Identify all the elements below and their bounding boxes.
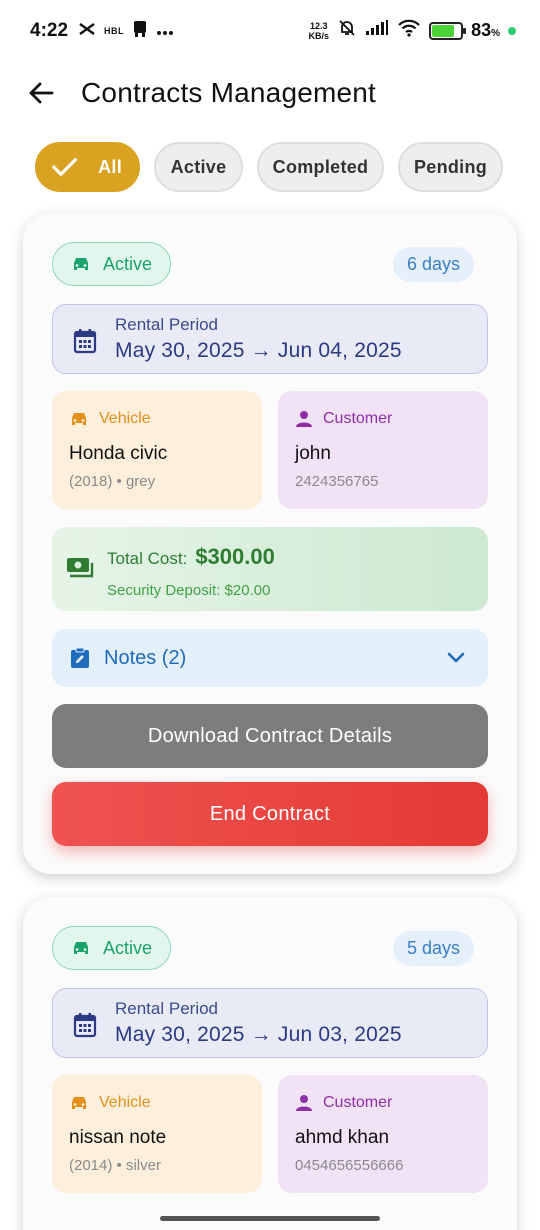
total-cost-value: $300.00 (195, 544, 275, 569)
vehicle-label: Vehicle (99, 1094, 151, 1111)
car-icon (72, 413, 86, 425)
chevron-down-icon (447, 652, 465, 663)
battery-icon (429, 21, 467, 40)
ghost-app-icon (78, 21, 96, 40)
status-time: 4:22 (30, 20, 69, 41)
rental-period-dates: May 30, 2025 → Jun 03, 2025 (115, 1023, 402, 1046)
rental-period-dates: May 30, 2025 → Jun 04, 2025 (115, 339, 402, 362)
bell-muted-icon (337, 18, 357, 43)
app-header: Contracts Management (0, 64, 540, 124)
customer-phone: 0454656556666 (295, 1157, 404, 1174)
back-button[interactable] (24, 76, 58, 110)
customer-label: Customer (323, 1094, 393, 1111)
filter-chip-label: Pending (413, 156, 488, 177)
money-icon (67, 558, 94, 578)
filter-chip-label: Active (170, 156, 227, 177)
battery-percent: 83% (471, 20, 500, 40)
status-indicator-dot (508, 26, 516, 35)
filter-chip-completed[interactable]: Completed (257, 142, 384, 192)
security-deposit: Security Deposit: $20.00 (107, 582, 271, 599)
home-indicator[interactable] (160, 1216, 380, 1221)
customer-label: Customer (323, 410, 393, 427)
end-contract-button[interactable]: End Contract (52, 782, 488, 846)
filter-chip-active[interactable]: Active (154, 142, 243, 192)
duration-badge: 5 days (392, 931, 474, 966)
person-icon (296, 1095, 312, 1111)
customer-info: Customer ahmd khan 0454656556666 (278, 1075, 488, 1193)
rental-period-label: Rental Period (115, 999, 219, 1018)
vehicle-name: Honda civic (69, 443, 168, 464)
notes-label: Notes (2) (104, 646, 187, 669)
status-system-icons: 12.3 KB/s 83% (309, 18, 516, 43)
car-icon (74, 942, 88, 954)
status-label: Active (103, 253, 153, 274)
car-icon (72, 1097, 86, 1109)
vehicle-label: Vehicle (99, 410, 151, 427)
wifi-icon (397, 19, 421, 42)
calendar-icon (73, 1013, 97, 1038)
vehicle-details: (2018) • grey (69, 473, 156, 490)
rental-period: Rental Period May 30, 2025 → Jun 03, 202… (52, 988, 488, 1058)
rental-period: Rental Period May 30, 2025 → Jun 04, 202… (52, 304, 488, 374)
duration-badge: 6 days (392, 247, 474, 282)
car-icon (74, 258, 88, 270)
bus-app-icon (132, 20, 148, 41)
filter-chip-all[interactable]: All (35, 142, 140, 192)
calendar-icon (73, 329, 97, 354)
person-icon (296, 411, 312, 427)
status-notification-icons: HBL (78, 20, 174, 41)
cost-summary: Total Cost: $300.00 Security Deposit: $2… (52, 527, 488, 611)
hbl-app-icon: HBL (104, 25, 124, 36)
customer-name: john (295, 443, 331, 464)
contract-card[interactable]: Active 6 days Rental Period May 30, 2025… (23, 213, 517, 874)
edit-note-icon (71, 647, 89, 668)
vehicle-info: Vehicle Honda civic (2018) • grey (52, 391, 262, 509)
check-icon (52, 158, 78, 176)
filter-chip-label: All (98, 156, 122, 177)
vehicle-info: Vehicle nissan note (2014) • silver (52, 1075, 262, 1193)
status-badge: Active (52, 242, 171, 286)
download-contract-button[interactable]: Download Contract Details (52, 704, 488, 768)
filter-chips: All Active Completed Pending (35, 142, 503, 192)
notes-expander[interactable]: Notes (2) (52, 629, 488, 687)
vehicle-name: nissan note (69, 1127, 167, 1148)
status-label: Active (103, 937, 153, 958)
status-badge: Active (52, 926, 171, 970)
filter-chip-label: Completed (272, 156, 369, 177)
page-title: Contracts Management (81, 77, 377, 108)
customer-phone: 2424356765 (295, 473, 379, 490)
status-bar: 4:22 HBL 12.3 KB/s 83% (0, 0, 540, 64)
network-speed: 12.3 KB/s (308, 20, 330, 41)
arrow-left-icon (29, 82, 54, 104)
customer-info: Customer john 2424356765 (278, 391, 488, 509)
signal-icon (365, 20, 389, 41)
contract-card[interactable]: Active 5 days Rental Period May 30, 2025… (23, 897, 517, 1230)
filter-chip-pending[interactable]: Pending (398, 142, 503, 192)
rental-period-label: Rental Period (115, 315, 219, 334)
more-notifications-icon (156, 23, 174, 39)
total-cost-label: Total Cost: (107, 549, 188, 568)
customer-name: ahmd khan (295, 1127, 390, 1148)
vehicle-details: (2014) • silver (69, 1157, 161, 1174)
